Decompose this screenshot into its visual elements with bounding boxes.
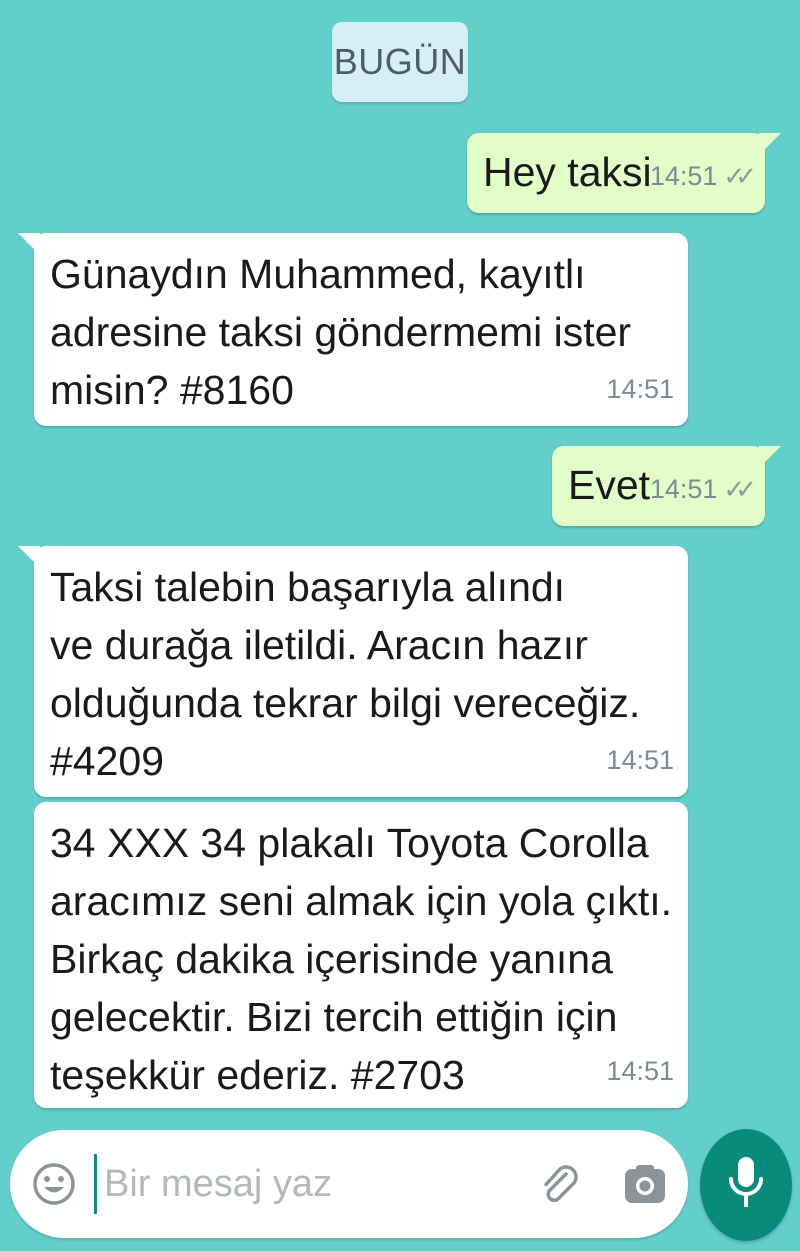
camera-icon[interactable] xyxy=(622,1162,668,1208)
incoming-message[interactable]: Taksi talebin başarıyla alındı ve durağa… xyxy=(18,546,688,797)
chat-screen: BUGÜN Hey taksi 14:51 ✓✓ Günaydın Muhamm… xyxy=(0,0,800,1251)
text-cursor xyxy=(94,1154,97,1214)
outgoing-message[interactable]: Evet 14:51 ✓✓ xyxy=(552,446,781,526)
double-check-icon: ✓✓ xyxy=(723,474,756,504)
message-meta: 14:51 xyxy=(606,1042,674,1100)
message-text: Günaydın Muhammed, kayıtlı adresine taks… xyxy=(50,251,632,413)
message-input[interactable] xyxy=(104,1156,504,1212)
message-time: 14:51 xyxy=(606,1056,674,1086)
message-composer xyxy=(10,1130,688,1238)
message-meta: 14:51 xyxy=(606,731,674,789)
message-meta: 14:51 ✓✓ xyxy=(649,147,757,205)
outgoing-message[interactable]: Hey taksi 14:51 ✓✓ xyxy=(467,133,781,213)
message-text: 34 XXX 34 plakalı Toyota Corolla aracımı… xyxy=(50,820,673,1098)
message-time: 14:51 xyxy=(606,374,674,404)
message-time: 14:51 xyxy=(606,745,674,775)
attachment-icon[interactable] xyxy=(536,1160,584,1208)
message-text: Hey taksi xyxy=(483,149,652,195)
message-meta: 14:51 xyxy=(606,360,674,418)
message-text: Taksi talebin başarıyla alındı ve durağa… xyxy=(50,564,641,784)
date-divider: BUGÜN xyxy=(332,22,468,102)
message-text: Evet xyxy=(568,462,651,508)
incoming-message[interactable]: Günaydın Muhammed, kayıtlı adresine taks… xyxy=(18,233,688,426)
incoming-message[interactable]: 34 XXX 34 plakalı Toyota Corolla aracımı… xyxy=(34,802,688,1108)
microphone-icon xyxy=(726,1155,766,1216)
message-time: 14:51 xyxy=(649,161,718,191)
emoji-icon[interactable] xyxy=(32,1162,76,1206)
microphone-button[interactable] xyxy=(700,1129,792,1241)
double-check-icon: ✓✓ xyxy=(723,161,756,191)
message-meta: 14:51 ✓✓ xyxy=(649,460,757,518)
message-time: 14:51 xyxy=(649,474,718,504)
